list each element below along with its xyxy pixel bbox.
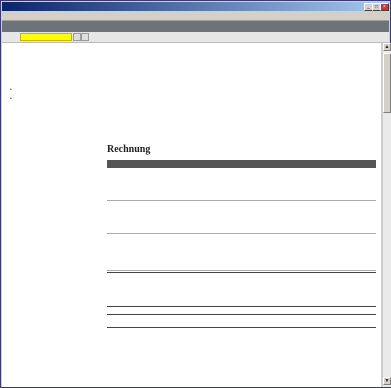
sidebar: • • (10, 77, 80, 102)
page-title: Rechnung (107, 144, 151, 155)
search-input[interactable] (20, 33, 72, 41)
title-bar[interactable]: _ □ × (2, 2, 389, 11)
grand-total-row (107, 306, 376, 315)
table-header (107, 160, 376, 168)
scroll-down-icon[interactable]: ▼ (383, 377, 391, 385)
search-go-button[interactable] (73, 33, 81, 41)
divider (107, 327, 376, 328)
bullet-icon: • (10, 96, 12, 102)
scroll-up-icon[interactable]: ▲ (383, 43, 391, 51)
app-nav-bar (2, 21, 389, 32)
sidebar-item-2[interactable]: • (10, 96, 80, 102)
table-row (107, 168, 376, 201)
bullet-icon: • (10, 87, 12, 93)
close-button[interactable]: × (380, 3, 389, 11)
summary-row (107, 298, 376, 304)
scroll-thumb[interactable] (383, 53, 391, 113)
invoice-summary (107, 272, 376, 315)
invoice-table (107, 160, 376, 271)
sidebar-item-1[interactable]: • (10, 87, 80, 93)
table-row (107, 201, 376, 234)
subtotal-row (107, 272, 376, 280)
menu-bar (2, 12, 389, 21)
table-row (107, 234, 376, 271)
browser-window: _ □ × • • Rechnung ▲ ▼ (0, 0, 391, 388)
search-bar (2, 32, 389, 43)
search-next-button[interactable] (81, 33, 89, 41)
page-content: • • Rechnung (2, 43, 381, 387)
vertical-scrollbar[interactable]: ▲ ▼ (382, 43, 391, 387)
